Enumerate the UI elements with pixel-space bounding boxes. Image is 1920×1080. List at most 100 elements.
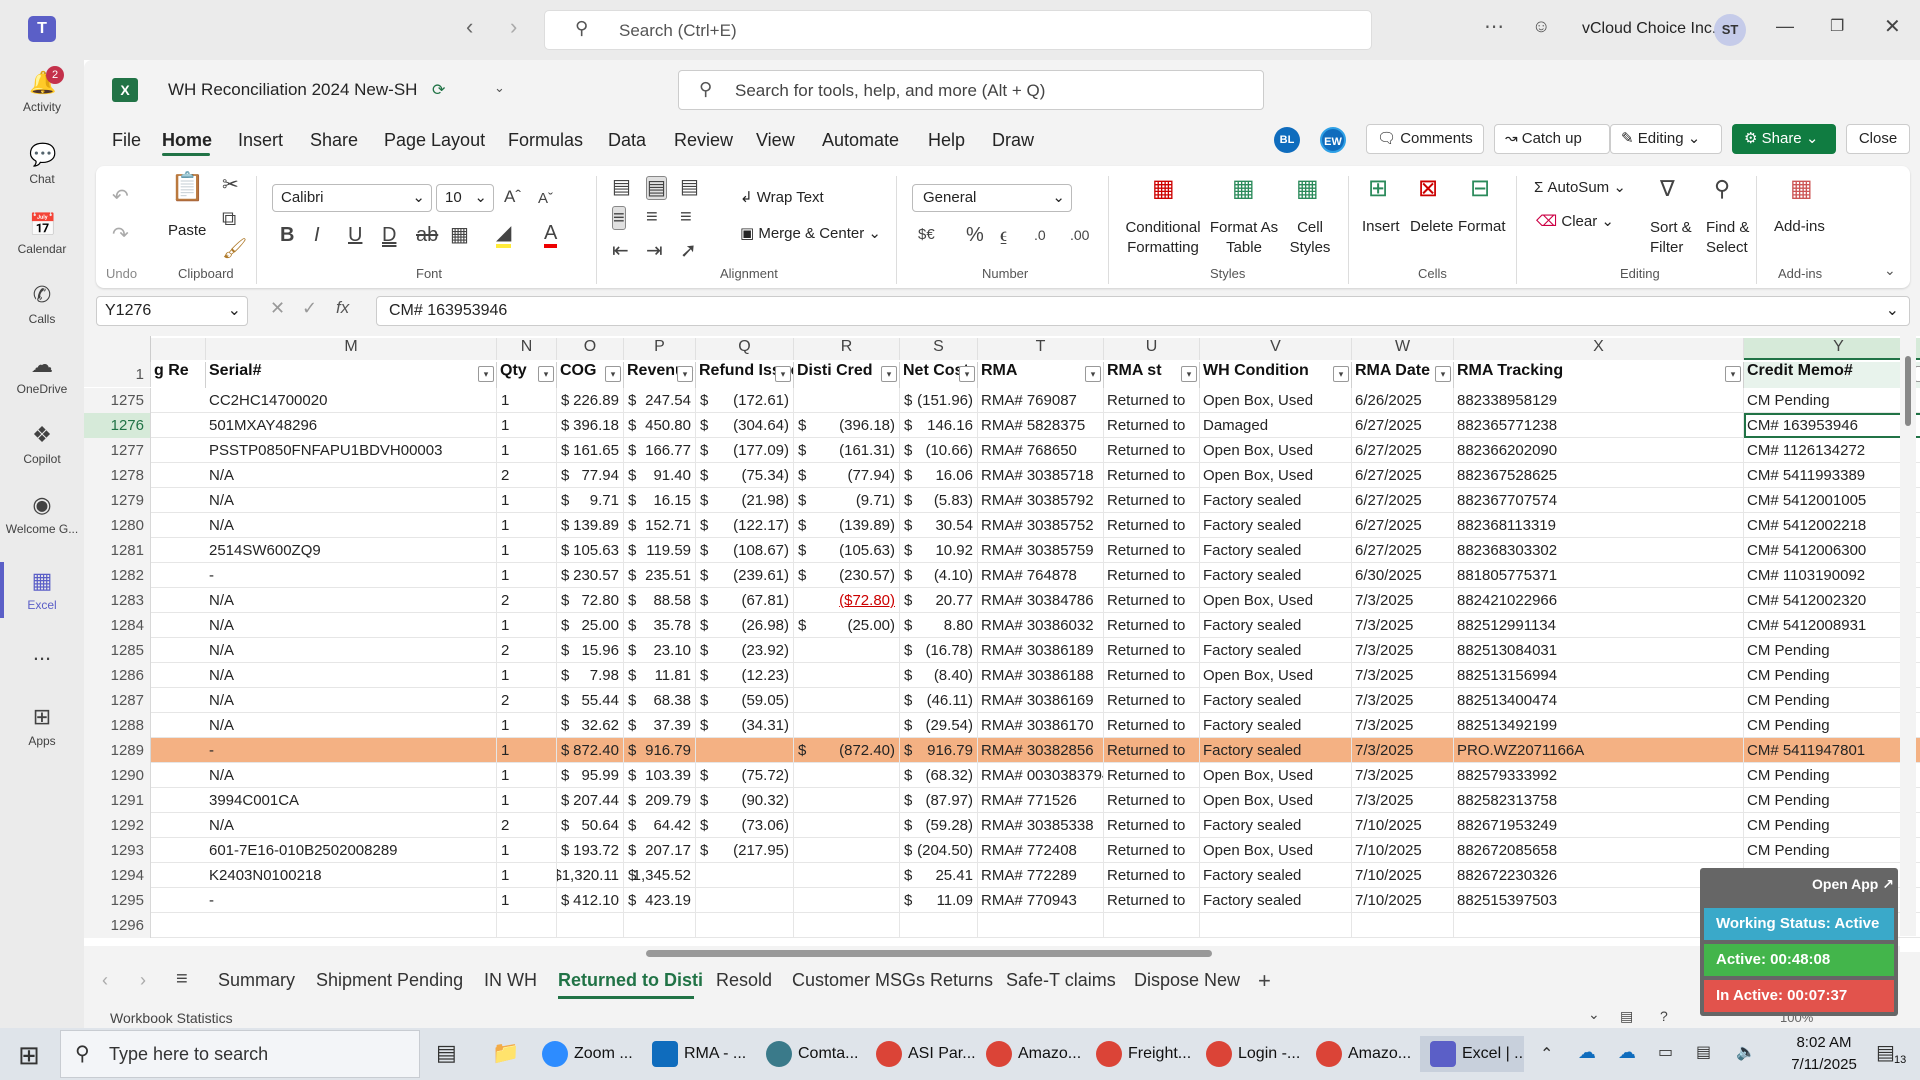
table-header-cell[interactable]: Refund Issued▾ [696,362,794,388]
cell-date[interactable] [1352,913,1454,938]
cell-cog[interactable]: $161.65 [557,438,624,463]
column-letter-header[interactable]: W [1352,338,1454,360]
cell-track[interactable]: 882338958129 [1454,388,1744,413]
cell-track[interactable]: 882672085658 [1454,838,1744,863]
cell-track[interactable]: 882671953249 [1454,813,1744,838]
cell-track[interactable]: 882367528625 [1454,463,1744,488]
cell-serial[interactable]: N/A [206,813,497,838]
cell-track[interactable]: 882367707574 [1454,488,1744,513]
name-box[interactable]: Y1276 ⌄ [96,296,248,326]
tab-home[interactable]: Home [162,130,212,151]
paste-icon[interactable]: 📋 [170,173,205,201]
row-number[interactable]: 1277 [84,438,151,463]
cell-wh[interactable]: Open Box, Used [1200,588,1352,613]
table-header-cell[interactable]: RMA ▾ [978,362,1104,388]
column-letter-header[interactable] [151,338,206,360]
editing-mode-button[interactable]: ✎ Editing ⌄ [1610,124,1722,154]
cell-net[interactable]: $ (59.28) [900,813,978,838]
cell-cm[interactable]: CM Pending [1744,813,1920,838]
cell-refund[interactable]: $ (75.72) [696,763,794,788]
cell-qty[interactable]: 1 [497,763,557,788]
cell-wh[interactable]: Factory sealed [1200,713,1352,738]
cell-qty[interactable]: 2 [497,463,557,488]
cell-wh[interactable]: Open Box, Used [1200,763,1352,788]
column-letter-header[interactable]: Q [696,338,794,360]
tab-page-layout[interactable]: Page Layout [384,130,485,151]
cell-cog[interactable]: $1,320.11 [557,863,624,888]
align-middle-icon[interactable]: ▤ [646,176,667,200]
cell-refund[interactable]: $ (59.05) [696,688,794,713]
cell-cm[interactable]: CM# 5412002218 [1744,513,1920,538]
cell-date[interactable]: 7/10/2025 [1352,838,1454,863]
table-header-cell[interactable]: Credit Memo#▾ [1744,362,1920,388]
rail-apps[interactable]: ⊞ Apps [0,704,84,748]
cell-track[interactable]: 882421022966 [1454,588,1744,613]
cell-serial[interactable]: - [206,563,497,588]
cell-wh[interactable]: Factory sealed [1200,513,1352,538]
cell-refund[interactable]: $ (90.32) [696,788,794,813]
close-button[interactable]: Close [1846,124,1910,154]
cell-rmast[interactable]: Returned to [1104,863,1200,888]
cell-rev[interactable]: $209.79 [624,788,696,813]
normal-view-icon[interactable]: ▤ [1620,1008,1633,1025]
sort-filter-icon[interactable]: ∇ [1660,178,1675,200]
cell-rmast[interactable]: Returned to [1104,463,1200,488]
tab-automate[interactable]: Automate [822,130,899,151]
cell-rmast[interactable]: Returned to [1104,413,1200,438]
cell-cog[interactable]: $139.89 [557,513,624,538]
cell-cog[interactable]: $396.18 [557,413,624,438]
rail-calls[interactable]: ✆ Calls [0,282,84,326]
cell-rma[interactable]: RMA# 30385752 [978,513,1104,538]
cell-track[interactable]: 882513084031 [1454,638,1744,663]
cell-rma[interactable]: RMA# 772289 [978,863,1104,888]
cell-rev[interactable]: $1,345.52 [624,863,696,888]
table-row[interactable]: 1279 N/A 1 $9.71 $16.15 $ (21.98) $ (9.71) $ (5.83… [84,488,1920,513]
minimize-icon[interactable]: — [1776,16,1794,37]
cell-disti[interactable]: $ (77.94) [794,463,900,488]
cell-wh[interactable]: Factory sealed [1200,888,1352,913]
cell-cog[interactable]: $872.40 [557,738,624,763]
cell-cog[interactable]: $7.98 [557,663,624,688]
fill-color-icon[interactable]: ◢ [496,222,512,248]
insert-cells-icon[interactable]: ⊞ [1368,177,1388,201]
cell-net[interactable]: $11.09 [900,888,978,913]
cell-track[interactable]: 882513400474 [1454,688,1744,713]
delete-cells-button[interactable]: Delete [1410,218,1453,235]
row-number[interactable]: 1279 [84,488,151,513]
cell-disti[interactable] [794,688,900,713]
filter-dropdown-icon[interactable]: ▾ [538,366,554,382]
cell-wh[interactable]: Factory sealed [1200,863,1352,888]
table-row[interactable]: 1294 K2403N0100218 1 $1,320.11 $1,345.52 $25.… [84,863,1920,888]
cell-date[interactable]: 7/3/2025 [1352,713,1454,738]
filter-dropdown-icon[interactable]: ▾ [478,366,494,382]
cell-cm[interactable]: CM# 5412006300 [1744,538,1920,563]
cell-refund[interactable]: $ (21.98) [696,488,794,513]
cell-net[interactable]: $ (5.83) [900,488,978,513]
number-format-select[interactable]: General ⌄ [912,184,1072,212]
tab-insert[interactable]: Insert [238,130,283,151]
formula-input[interactable]: CM# 163953946 ⌄ [376,296,1910,326]
rail-calendar[interactable]: 📅 Calendar [0,212,84,256]
row-number[interactable]: 1286 [84,663,151,688]
cell-track[interactable]: PRO.WZ2071166A [1454,738,1744,763]
table-row[interactable]: 1290 N/A 1 $95.99 $103.39 $ (75.72) $ (68.32) RMA… [84,763,1920,788]
cell-net[interactable]: $146.16 [900,413,978,438]
cell-refund[interactable] [696,863,794,888]
cell-serial[interactable]: - [206,738,497,763]
tray-chevron-icon[interactable]: ⌃ [1540,1044,1553,1064]
row-number[interactable]: 1285 [84,638,151,663]
cell-cm[interactable]: CM# 5412008931 [1744,613,1920,638]
cell-serial[interactable]: N/A [206,488,497,513]
cell-disti[interactable] [794,863,900,888]
cell-rev[interactable]: $247.54 [624,388,696,413]
cell-date[interactable]: 7/3/2025 [1352,663,1454,688]
cell-date[interactable]: 7/10/2025 [1352,863,1454,888]
table-header-cell[interactable]: RMA Date ▾ [1352,362,1454,388]
taskbar-app-excel-teams[interactable]: Excel | ... [1420,1036,1524,1072]
cell-date[interactable]: 7/3/2025 [1352,638,1454,663]
borders-icon[interactable]: ▦ [450,224,469,246]
table-header-cell[interactable]: COG ▾ [557,362,624,388]
taskbar-search-box[interactable]: ⚲ Type here to search [60,1030,420,1078]
user-avatar[interactable]: ST [1714,14,1746,46]
cell-disti[interactable] [794,838,900,863]
